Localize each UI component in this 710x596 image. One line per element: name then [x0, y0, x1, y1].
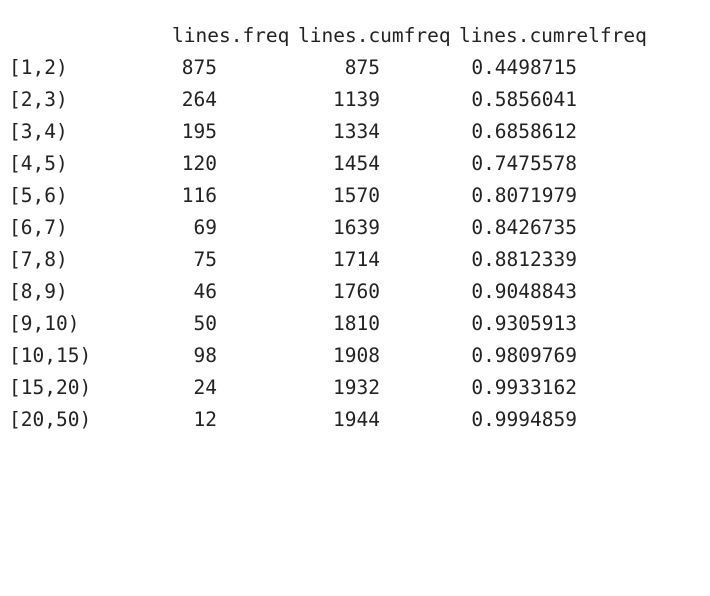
table-row: [6,7) 69 1639 0.8426735 [0, 212, 710, 244]
table-row: [9,10) 50 1810 0.9305913 [0, 308, 710, 340]
table-row: [15,20) 24 1932 0.9933162 [0, 372, 710, 404]
cumfreq-value: 1454 [333, 152, 380, 175]
table-row: [5,6) 116 1570 0.8071979 [0, 180, 710, 212]
cumrelfreq-value: 0.5856041 [471, 88, 577, 111]
row-label: [5,6) [9, 184, 68, 207]
table-row: [1,2) 875 875 0.4498715 [0, 52, 710, 84]
cumrelfreq-value: 0.8812339 [471, 248, 577, 271]
cumrelfreq-value: 0.9994859 [471, 408, 577, 431]
table-row: [4,5) 120 1454 0.7475578 [0, 148, 710, 180]
row-label: [6,7) [9, 216, 68, 239]
cumrelfreq-value: 0.9305913 [471, 312, 577, 335]
cumfreq-value: 875 [344, 56, 380, 79]
freq-value: 116 [181, 184, 217, 207]
cumrelfreq-value: 0.6858612 [471, 120, 577, 143]
cumfreq-value: 1570 [333, 184, 380, 207]
cumfreq-value: 1908 [333, 344, 380, 367]
freq-value: 75 [193, 248, 217, 271]
table-row: [10,15) 98 1908 0.9809769 [0, 340, 710, 372]
table-row: [3,4) 195 1334 0.6858612 [0, 116, 710, 148]
freq-value: 12 [193, 408, 217, 431]
row-label: [3,4) [9, 120, 68, 143]
table-header-row: lines.freq lines.cumfreq lines.cumrelfre… [0, 20, 710, 52]
header-lines-cumfreq: lines.cumfreq [298, 24, 451, 47]
row-label: [1,2) [9, 56, 68, 79]
row-label: [8,9) [9, 280, 68, 303]
cumfreq-value: 1714 [333, 248, 380, 271]
freq-value: 120 [181, 152, 217, 175]
cumrelfreq-value: 0.8426735 [471, 216, 577, 239]
freq-value: 50 [193, 312, 217, 335]
freq-value: 195 [181, 120, 217, 143]
cumfreq-value: 1760 [333, 280, 380, 303]
table-row: [20,50) 12 1944 0.9994859 [0, 404, 710, 436]
header-lines-cumrelfreq: lines.cumrelfreq [459, 24, 647, 47]
cumrelfreq-value: 0.9048843 [471, 280, 577, 303]
cumrelfreq-value: 0.7475578 [471, 152, 577, 175]
cumfreq-value: 1639 [333, 216, 380, 239]
freq-value: 98 [193, 344, 217, 367]
row-label: [15,20) [9, 376, 92, 399]
freq-value: 24 [193, 376, 217, 399]
row-label: [9,10) [9, 312, 80, 335]
cumfreq-value: 1944 [333, 408, 380, 431]
cumfreq-value: 1139 [333, 88, 380, 111]
row-label: [20,50) [9, 408, 92, 431]
freq-value: 264 [181, 88, 217, 111]
cumrelfreq-value: 0.8071979 [471, 184, 577, 207]
cumrelfreq-value: 0.9933162 [471, 376, 577, 399]
row-label: [7,8) [9, 248, 68, 271]
console-output: lines.freq lines.cumfreq lines.cumrelfre… [0, 0, 710, 448]
table-row: [8,9) 46 1760 0.9048843 [0, 276, 710, 308]
header-lines-freq: lines.freq [172, 24, 290, 47]
freq-value: 69 [193, 216, 217, 239]
row-label: [2,3) [9, 88, 68, 111]
row-label: [10,15) [9, 344, 92, 367]
table-row: [7,8) 75 1714 0.8812339 [0, 244, 710, 276]
cumrelfreq-value: 0.4498715 [471, 56, 577, 79]
row-label: [4,5) [9, 152, 68, 175]
cumfreq-value: 1334 [333, 120, 380, 143]
table-row: [2,3) 264 1139 0.5856041 [0, 84, 710, 116]
cumfreq-value: 1810 [333, 312, 380, 335]
cumfreq-value: 1932 [333, 376, 380, 399]
freq-value: 875 [181, 56, 217, 79]
freq-value: 46 [193, 280, 217, 303]
cumrelfreq-value: 0.9809769 [471, 344, 577, 367]
